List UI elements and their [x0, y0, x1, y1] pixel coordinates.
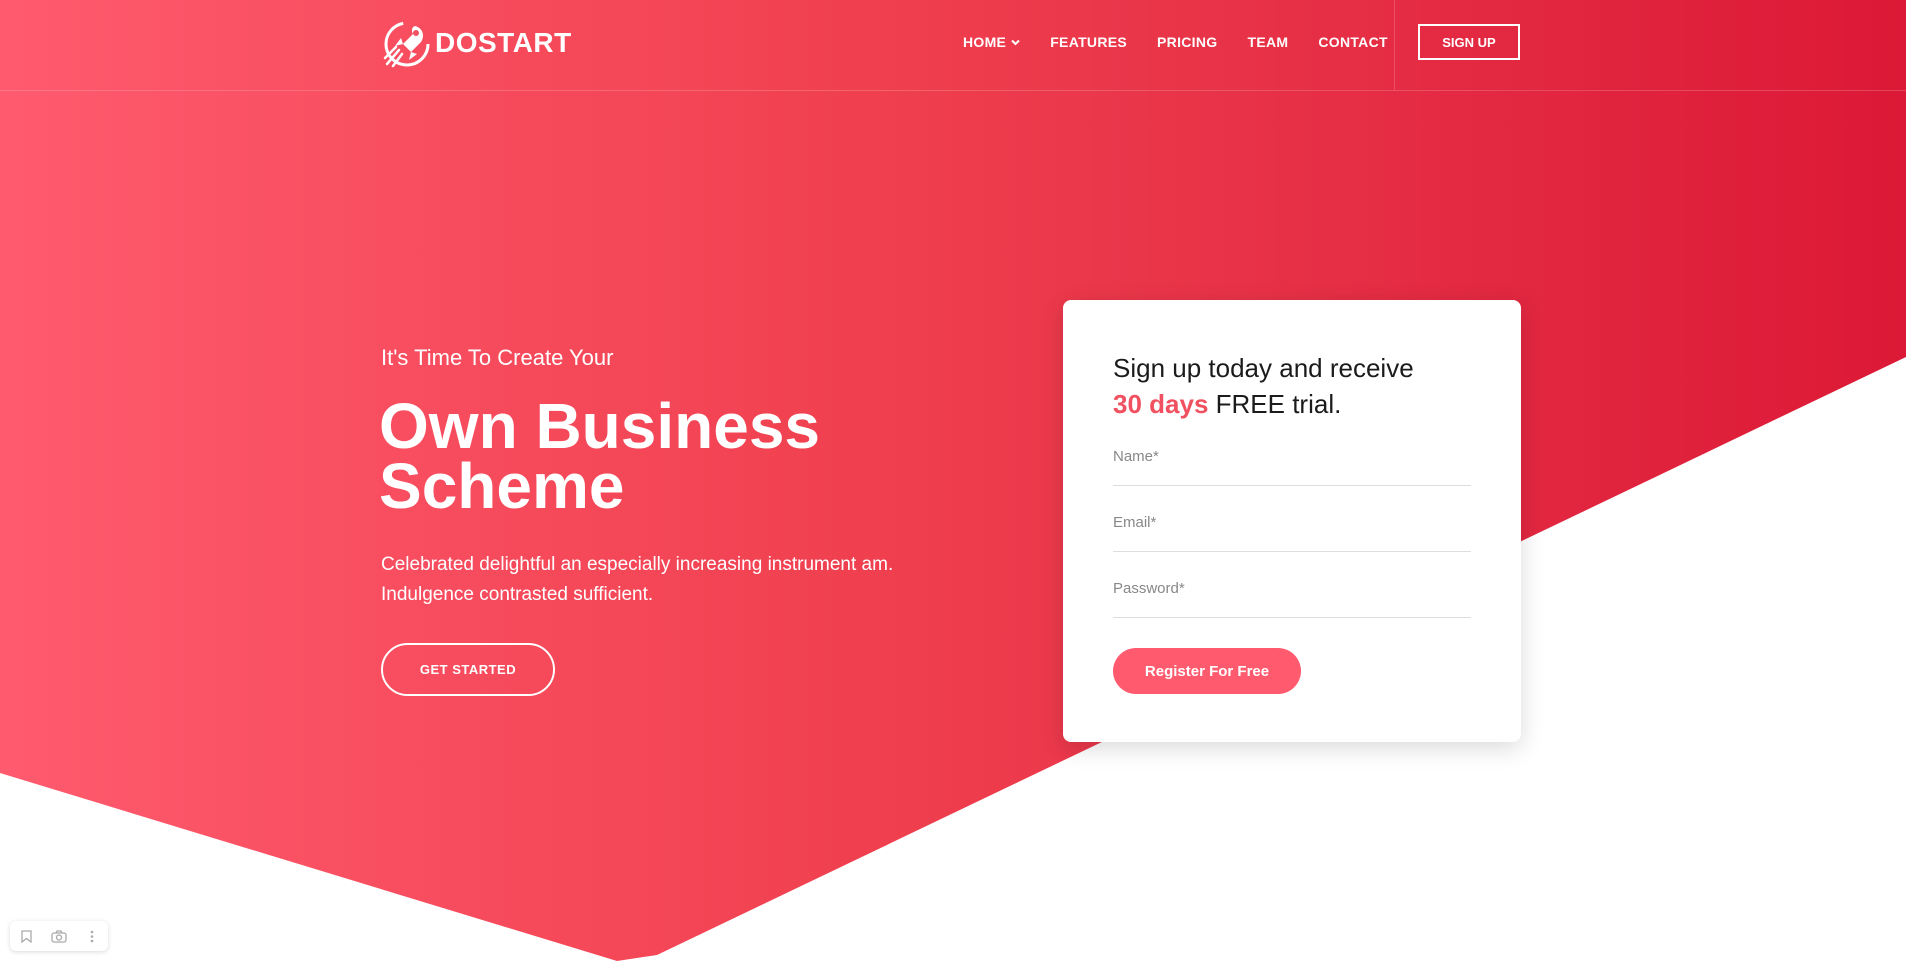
hero-subtitle: It's Time To Create Your [381, 345, 614, 370]
floating-toolbar [10, 921, 108, 951]
email-field[interactable] [1113, 514, 1471, 531]
nav-contact-label: CONTACT [1318, 34, 1388, 50]
password-field-wrapper [1113, 580, 1471, 618]
site-header: DOSTART HOME FEATURES PRICING TEAM CONTA… [0, 0, 1906, 91]
rocket-icon [383, 21, 430, 68]
header-divider [1394, 0, 1395, 90]
name-field-wrapper [1113, 448, 1471, 486]
nav-team-label: TEAM [1247, 34, 1289, 50]
more-icon[interactable] [83, 927, 101, 945]
hero-description: Celebrated delightful an especially incr… [381, 554, 894, 605]
nav-features[interactable]: FEATURES [1050, 34, 1127, 50]
email-field-wrapper [1113, 514, 1471, 552]
password-field[interactable] [1113, 580, 1471, 597]
get-started-button[interactable]: GET STARTED [381, 643, 555, 696]
hero-background [0, 0, 1906, 961]
signup-button[interactable]: SIGN UP [1418, 24, 1520, 60]
camera-icon[interactable] [50, 927, 68, 945]
title-prefix: Sign up today and receive [1113, 353, 1414, 383]
title-highlight: 30 days [1113, 389, 1209, 419]
register-button[interactable]: Register For Free [1113, 648, 1301, 694]
nav-team[interactable]: TEAM [1247, 34, 1288, 50]
nav-home[interactable]: HOME [963, 34, 1020, 50]
signup-card-title: Sign up today and receive 30 days FREE t… [1113, 350, 1471, 422]
nav-features-label: FEATURES [1050, 34, 1128, 50]
logo[interactable]: DOSTART [381, 18, 572, 68]
signup-card: Sign up today and receive 30 days FREE t… [1063, 300, 1521, 742]
bookmark-icon[interactable] [17, 927, 35, 945]
main-nav: HOME FEATURES PRICING TEAM CONTACT [963, 34, 1418, 50]
chevron-down-icon [1011, 39, 1020, 45]
hero-title: Own Business Scheme [379, 390, 820, 522]
logo-text: DOSTART [435, 27, 572, 58]
nav-pricing-label: PRICING [1157, 34, 1218, 50]
nav-contact[interactable]: CONTACT [1318, 34, 1388, 50]
nav-home-label: HOME [963, 34, 1007, 50]
title-suffix: FREE trial. [1215, 389, 1342, 419]
name-field[interactable] [1113, 448, 1471, 465]
nav-pricing[interactable]: PRICING [1157, 34, 1217, 50]
